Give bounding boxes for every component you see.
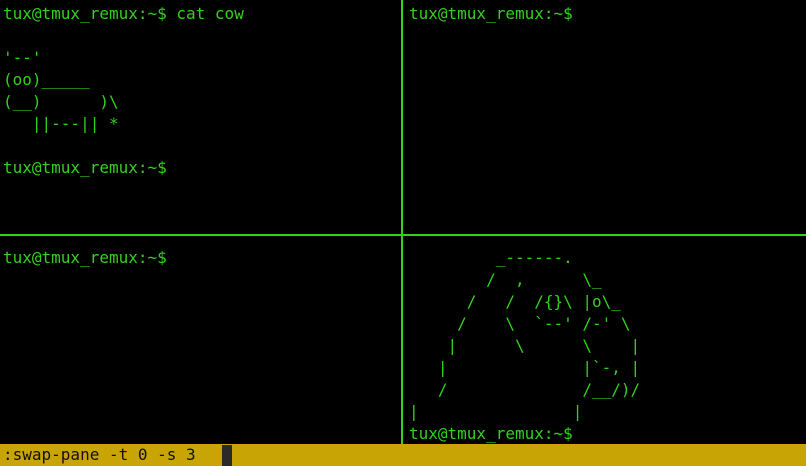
text-cursor	[222, 445, 232, 466]
terminal-pane-1[interactable]: tux@tmux_remux:~$	[403, 0, 806, 234]
output-line: (__) )\	[3, 92, 119, 111]
ascii-art-line: / /__/)/	[409, 380, 641, 399]
ascii-art-line: _------.	[409, 248, 573, 267]
output-line: '--'	[3, 48, 42, 67]
ascii-art-line: | \ \ |	[409, 336, 641, 355]
command-input[interactable]: :swap-pane -t 0 -s 3	[0, 444, 198, 466]
pane-output: tux@tmux_remux:~$ cat cow '--' (oo)_____…	[3, 3, 244, 179]
pane-output: tux@tmux_remux:~$	[409, 3, 573, 25]
ascii-art-line: / \ `--' /-' \	[409, 314, 631, 333]
ascii-art-line: / / /{}\ |o\_	[409, 292, 621, 311]
shell-prompt: tux@tmux_remux:~$	[3, 248, 167, 267]
pane-output: _------. / , \_ / / /{}\ |o\_ / \ `--' /…	[409, 247, 640, 444]
shell-prompt: tux@tmux_remux:~$	[409, 424, 573, 443]
ascii-art-line: | |	[409, 402, 583, 421]
output-line: (oo)_____	[3, 70, 90, 89]
command-prompt[interactable]: :swap-pane -t 0 -s 3	[0, 444, 232, 466]
tmux-status-bar: :swap-pane -t 0 -s 3	[0, 444, 806, 466]
command-line-echo: tux@tmux_remux:~$ cat cow	[3, 4, 244, 23]
pane-output: tux@tmux_remux:~$	[3, 247, 167, 269]
terminal-pane-2[interactable]: tux@tmux_remux:~$	[0, 236, 400, 444]
pane-divider-vertical[interactable]	[400, 0, 403, 444]
ascii-art-line: / , \_	[409, 270, 602, 289]
pane-divider-horizontal[interactable]	[0, 233, 806, 236]
shell-prompt: tux@tmux_remux:~$	[3, 158, 167, 177]
terminal-pane-3[interactable]: _------. / , \_ / / /{}\ |o\_ / \ `--' /…	[403, 236, 806, 444]
terminal-pane-0[interactable]: tux@tmux_remux:~$ cat cow '--' (oo)_____…	[0, 0, 400, 234]
ascii-art-line: | |`-, |	[409, 358, 641, 377]
shell-prompt: tux@tmux_remux:~$	[409, 4, 573, 23]
output-line: ||---|| *	[3, 114, 119, 133]
